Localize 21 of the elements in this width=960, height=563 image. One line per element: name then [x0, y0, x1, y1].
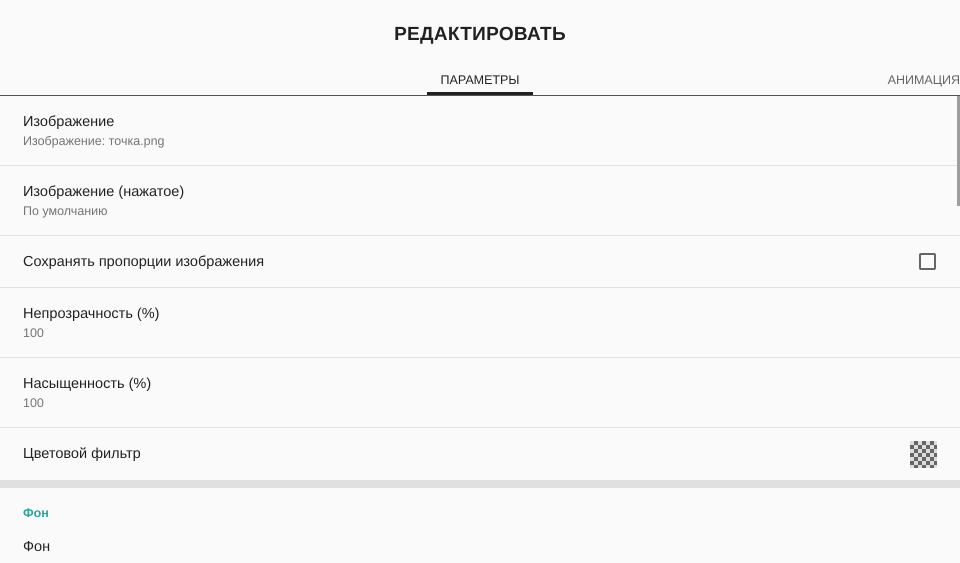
setting-value: 100: [23, 396, 45, 410]
checkerboard-swatch-icon[interactable]: [910, 440, 937, 468]
setting-title[interactable]: Фон: [23, 539, 50, 555]
tab[interactable]: АНИМАЦИЯ: [874, 68, 960, 95]
settings-row[interactable]: Насыщенность (%) 100: [0, 358, 960, 428]
setting-title: Насыщенность (%): [23, 376, 152, 392]
setting-title: Изображение: [23, 114, 116, 130]
section-header: Фон: [22, 505, 50, 522]
settings-row[interactable]: Цветовой фильтр: [0, 428, 960, 480]
setting-title: Цветовой фильтр: [23, 446, 142, 462]
page-title: РЕДАКТИРОВАТЬ: [394, 24, 566, 46]
settings-row[interactable]: Непрозрачность (%) 100: [0, 288, 960, 358]
setting-value: 100: [23, 326, 45, 340]
settings-row[interactable]: Сохранять пропорции изображения: [0, 236, 960, 288]
setting-value: Изображение: точка.png: [23, 134, 166, 148]
setting-value: По умолчанию: [23, 204, 109, 218]
scrollbar[interactable]: [957, 96, 960, 206]
checkbox[interactable]: [919, 253, 936, 270]
setting-title: Непрозрачность (%): [23, 306, 160, 322]
setting-title: Сохранять пропорции изображения: [23, 254, 266, 270]
setting-title: Изображение (нажатое): [23, 184, 186, 200]
